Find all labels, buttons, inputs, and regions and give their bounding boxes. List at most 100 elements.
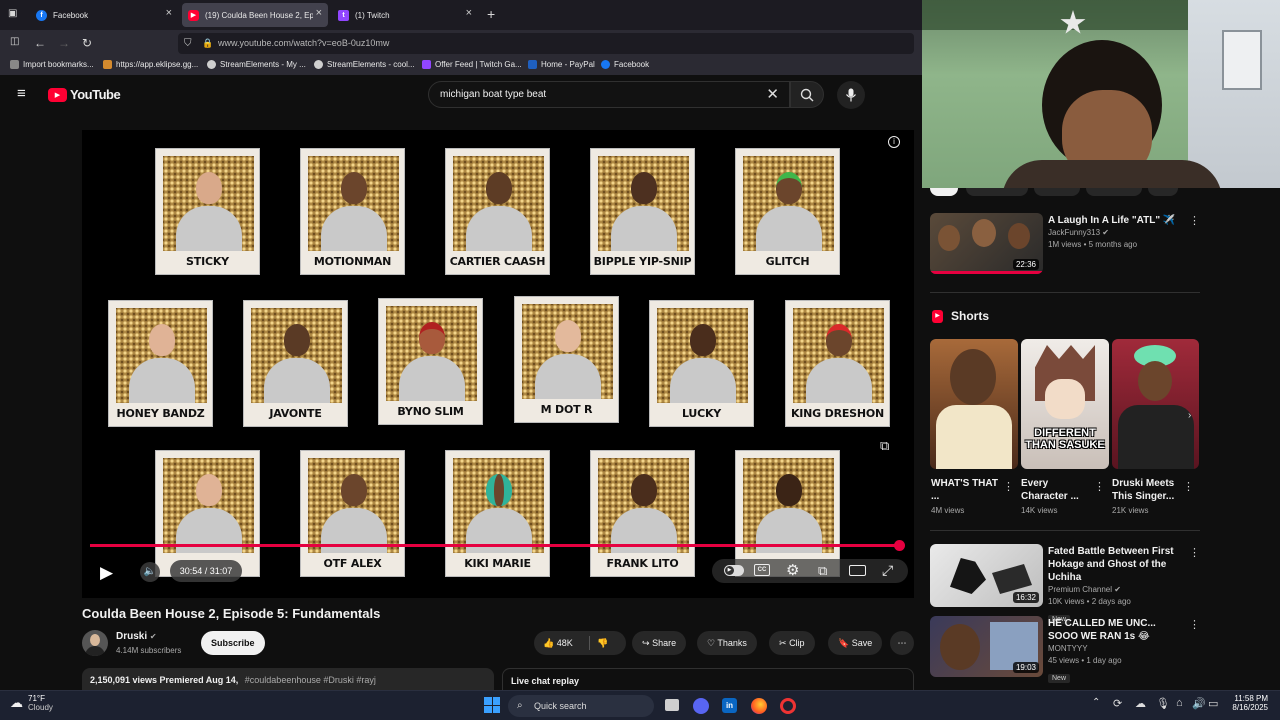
video-player[interactable]: STICKY MOTIONMAN CARTIER CAASH BIPPLE YI… <box>82 130 914 598</box>
close-tab-icon[interactable]: × <box>316 7 322 19</box>
tab-twitch[interactable]: t (1) Twitch × <box>332 3 478 27</box>
short-info[interactable]: WHAT'S THAT ... 4M views <box>931 477 1003 517</box>
autoplay-toggle[interactable]: ▶ <box>724 565 744 576</box>
short-thumbnail[interactable]: DIFFERENT THAN SASUKE <box>1021 339 1109 469</box>
short-info[interactable]: Every Character ... 14K views <box>1021 477 1093 517</box>
fullscreen-icon[interactable]: ⤢ <box>882 562 893 579</box>
search-button[interactable] <box>790 81 824 108</box>
volume-icon[interactable]: 🔈 <box>140 562 160 582</box>
task-view-icon[interactable] <box>665 699 679 711</box>
video-info[interactable]: A Laugh In A Life "ATL" ✈️ JackFunny313 … <box>1048 214 1184 251</box>
thanks-button[interactable]: ♡ Thanks <box>697 631 757 655</box>
subscribe-button[interactable]: Subscribe <box>201 631 265 655</box>
share-button[interactable]: ↪ Share <box>632 631 687 655</box>
short-thumbnail[interactable] <box>930 339 1018 469</box>
weather-widget[interactable]: ☁ 71°F Cloudy <box>10 694 53 712</box>
play-icon[interactable]: ▶ <box>100 563 113 583</box>
bookmark-twitch-offers[interactable]: Offer Feed | Twitch Ga... <box>422 60 522 69</box>
cast-card: JAVONTE <box>243 300 348 427</box>
channel-name[interactable]: Druski ✔ <box>116 631 157 642</box>
more-icon[interactable]: ⋮ <box>1003 480 1014 493</box>
taskbar-search[interactable]: ⌕ Quick search <box>508 695 654 717</box>
cast-card: BIPPLE YIP-SNIP <box>590 148 695 275</box>
video-thumbnail[interactable]: 22:36 <box>930 213 1043 274</box>
sidebar-toggle-icon[interactable]: ◫ <box>10 36 19 47</box>
menu-icon[interactable]: ≡ <box>17 85 26 102</box>
new-badge: New <box>1048 674 1071 683</box>
linkedin-icon[interactable]: in <box>722 698 737 713</box>
voice-search-button[interactable] <box>837 81 865 109</box>
video-title: Coulda Been House 2, Episode 5: Fundamen… <box>82 606 381 621</box>
more-icon[interactable]: ⋮ <box>1094 480 1105 493</box>
obs-icon[interactable] <box>780 698 796 714</box>
info-icon[interactable]: i <box>888 136 900 148</box>
bookmark-favicon-icon <box>314 60 323 69</box>
microphone-icon[interactable]: 🎙 <box>1156 697 1170 710</box>
channel-avatar[interactable] <box>82 630 108 656</box>
cast-photo <box>251 308 342 403</box>
bookmark-streamelements-1[interactable]: StreamElements - My ... <box>207 60 306 69</box>
more-icon[interactable]: ⋮ <box>1183 480 1194 493</box>
bookmark-eklipse[interactable]: https://app.eklipse.gg... <box>103 60 198 69</box>
discord-icon[interactable] <box>693 698 709 714</box>
more-icon[interactable]: ⋮ <box>1189 214 1200 227</box>
progress-bar[interactable] <box>90 540 905 551</box>
forward-icon[interactable]: → <box>58 36 70 50</box>
video-thumbnail[interactable]: 16:32 <box>930 544 1043 607</box>
cast-card: OTF ALEX <box>300 450 405 577</box>
captions-icon[interactable]: CC <box>754 564 770 576</box>
cast-card: KING DRESHON <box>785 300 890 427</box>
paypal-icon <box>528 60 537 69</box>
progress-scrubber[interactable] <box>894 540 905 551</box>
new-tab-icon[interactable]: + <box>487 6 495 22</box>
dislike-button[interactable]: 👎 <box>597 631 608 655</box>
video-thumbnail[interactable]: 19:03 <box>930 616 1043 677</box>
bookmark-paypal[interactable]: Home - PayPal <box>528 60 595 69</box>
onedrive-icon[interactable]: ☁ <box>1135 697 1146 710</box>
network-icon[interactable]: ⌂ <box>1176 697 1183 709</box>
cast-card: HONEY BANDZ <box>108 300 213 427</box>
reload-icon[interactable]: ↻ <box>82 36 92 50</box>
tray-app-icon[interactable]: ⟳ <box>1113 697 1122 710</box>
windows-start-icon[interactable] <box>484 697 500 713</box>
bookmark-import[interactable]: Import bookmarks... <box>10 60 94 69</box>
battery-icon[interactable]: ▭ <box>1208 697 1218 710</box>
firefox-icon[interactable] <box>751 698 767 714</box>
address-bar[interactable]: ⛉ 🔒 www.youtube.com/watch?v=eoB-0uz10mw <box>178 33 914 54</box>
bookmark-favicon-icon <box>103 60 112 69</box>
cast-name: LUCKY <box>681 407 722 420</box>
clear-search-icon[interactable]: ✕ <box>766 82 779 107</box>
youtube-logo[interactable]: ▶ YouTube <box>48 87 121 102</box>
video-info[interactable]: Fated Battle Between First Hokage and Gh… <box>1048 545 1186 626</box>
tab-list-icon[interactable]: ▣ <box>8 8 17 19</box>
tab-label: Facebook <box>53 10 89 20</box>
save-button[interactable]: 🔖 Save <box>828 631 883 655</box>
short-thumbnail[interactable] <box>1112 339 1199 469</box>
cast-card: GLITCH <box>735 148 840 275</box>
bookmark-streamelements-2[interactable]: StreamElements - cool... <box>314 60 415 69</box>
clip-button[interactable]: ✂ Clip <box>769 631 815 655</box>
chevron-right-icon[interactable]: › <box>1188 410 1191 421</box>
miniplayer-icon[interactable]: ⧉ <box>818 563 827 579</box>
close-tab-icon[interactable]: × <box>166 7 172 19</box>
settings-icon[interactable]: ⚙ <box>786 561 799 579</box>
more-actions-button[interactable]: ⋯ <box>890 631 914 655</box>
tray-chevron-icon[interactable]: ⌃ <box>1092 697 1100 708</box>
hashtags[interactable]: #couldabeenhouse #Druski #rayj <box>245 675 376 685</box>
search-input[interactable]: michigan boat type beat ✕ <box>428 81 790 108</box>
miniplayer-hint-icon[interactable]: ⧉ <box>880 438 889 454</box>
more-icon[interactable]: ⋮ <box>1189 546 1200 559</box>
more-icon[interactable]: ⋮ <box>1189 618 1200 631</box>
video-info[interactable]: HE CALLED ME UNC... SOOO WE RAN 1s 😂 MON… <box>1048 617 1186 685</box>
tab-youtube[interactable]: ▶ (19) Coulda Been House 2, Epis × <box>182 3 328 27</box>
close-tab-icon[interactable]: × <box>466 7 472 19</box>
bookmark-facebook[interactable]: Facebook <box>601 60 649 69</box>
theater-mode-icon[interactable] <box>849 565 866 576</box>
clock[interactable]: 11:58 PM 8/16/2025 <box>1222 694 1268 712</box>
short-info[interactable]: Druski Meets This Singer... 21K views <box>1112 477 1184 517</box>
back-icon[interactable]: ← <box>34 36 46 50</box>
speaker-icon[interactable]: 🔊 <box>1192 697 1206 710</box>
tab-facebook[interactable]: f Facebook × <box>30 3 178 27</box>
like-button[interactable]: 👍 48K <box>543 638 573 648</box>
cast-card: FRANK LITO <box>590 450 695 577</box>
